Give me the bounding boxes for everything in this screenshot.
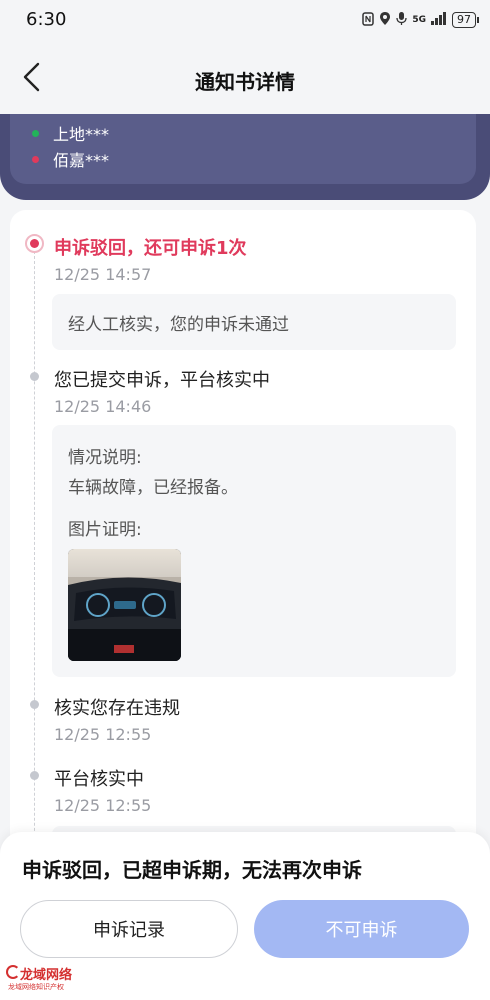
mic-icon: [396, 11, 407, 29]
party-item: 佰嘉***: [32, 147, 109, 171]
watermark-logo: 龙域网络 龙域网络知识产权: [6, 962, 86, 992]
timeline-dot-icon: [30, 700, 39, 709]
battery-icon: 97: [452, 12, 479, 28]
evidence-photo[interactable]: [68, 549, 181, 661]
timeline-dot-icon: [30, 771, 39, 780]
timeline-dot-icon: [30, 372, 39, 381]
dashboard-photo-icon: [68, 549, 181, 661]
nav-bar: 通知书详情: [0, 40, 490, 114]
watermark-sub: 龙域网络知识产权: [8, 983, 64, 991]
parties-card: 上地*** 佰嘉***: [0, 114, 490, 200]
location-icon: [379, 11, 391, 29]
party-name: 佰嘉***: [53, 151, 110, 170]
status-time: 6:30: [26, 9, 67, 30]
status-message: 申诉驳回，已超申诉期，无法再次申诉: [22, 858, 362, 882]
nfc-icon: [362, 11, 375, 29]
event-detail-box: 情况说明: 车辆故障，已经报备。 图片证明:: [52, 425, 456, 677]
party-item: 上地***: [32, 121, 109, 145]
appeal-disabled-button: 不可申诉: [254, 900, 469, 958]
signal-icon: [431, 12, 447, 28]
event-title: 核实您存在违规: [54, 698, 180, 719]
event-time: 12/25 12:55: [54, 725, 152, 744]
status-bar: 6:30 5G 97: [0, 0, 490, 40]
green-dot-icon: [32, 129, 39, 137]
timeline-card: 申诉驳回，还可申诉1次 12/25 14:57 经人工核实，您的申诉未通过 您已…: [10, 210, 476, 870]
status-icons: 5G 97: [362, 11, 479, 29]
event-detail-box: 经人工核实，您的申诉未通过: [52, 294, 456, 350]
event-title: 平台核实中: [54, 769, 144, 790]
event-title: 您已提交申诉，平台核实中: [54, 370, 270, 391]
situation-label: 情况说明:: [68, 448, 142, 468]
appeal-records-button[interactable]: 申诉记录: [20, 900, 238, 958]
event-time: 12/25 14:46: [54, 397, 152, 416]
network-label: 5G: [412, 15, 426, 25]
event-title: 申诉驳回，还可申诉1次: [54, 238, 247, 259]
active-node-icon: [25, 234, 44, 253]
event-time: 12/25 14:57: [54, 265, 152, 284]
page-title: 通知书详情: [195, 70, 295, 94]
event-time: 12/25 12:55: [54, 796, 152, 815]
watermark-name: 龙域网络: [20, 968, 73, 983]
situation-text: 车辆故障，已经报备。: [68, 478, 238, 498]
red-dot-icon: [32, 155, 39, 163]
party-name: 上地***: [53, 125, 110, 144]
photo-label: 图片证明:: [68, 520, 142, 540]
event-detail: 经人工核实，您的申诉未通过: [68, 315, 289, 335]
logo-icon: [6, 965, 20, 979]
